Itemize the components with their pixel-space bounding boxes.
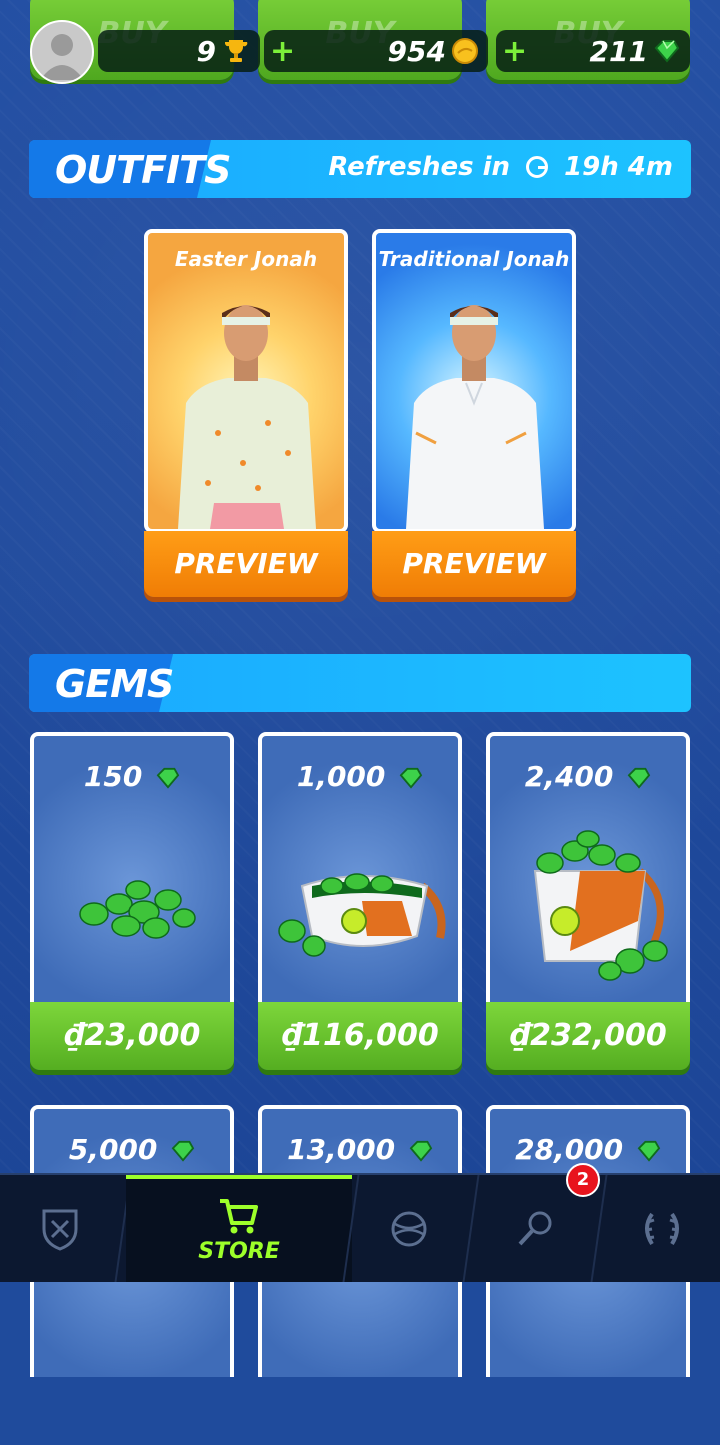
preview-button[interactable]: PREVIEW: [144, 531, 348, 597]
gem-amount: 5,000: [68, 1133, 158, 1166]
coin-counter[interactable]: + 954: [264, 30, 488, 72]
section-title: OUTFITS: [55, 148, 231, 192]
gem-amount: 1,000: [296, 760, 386, 793]
price-button[interactable]: ₫23,000: [30, 1002, 234, 1070]
refresh-label: Refreshes in: [328, 152, 511, 182]
outfit-card-traditional-jonah[interactable]: Traditional Jonah PREVIEW: [372, 229, 576, 601]
outfit-image: Easter Jonah: [144, 229, 348, 533]
notification-badge: 2: [566, 1163, 600, 1197]
add-coins-icon[interactable]: +: [270, 34, 295, 69]
coin-count: 954: [387, 34, 446, 68]
player-avatar[interactable]: [30, 20, 94, 84]
gem-icon: [654, 40, 680, 63]
ball-icon: [391, 1211, 427, 1246]
trophy-icon: [224, 40, 248, 62]
outfits-header: OUTFITS Refreshes in 19h 4m: [29, 140, 691, 198]
clock-icon: [526, 156, 549, 178]
trophy-counter: 9: [98, 30, 260, 72]
gem-icon: [171, 1140, 195, 1162]
gem-pack-2400[interactable]: 2,400 ₫232,000: [486, 732, 690, 1072]
preview-button[interactable]: PREVIEW: [372, 531, 576, 597]
nav-store[interactable]: STORE: [126, 1175, 352, 1282]
bottom-nav: STORE: [0, 1173, 720, 1282]
gem-amount: 28,000: [515, 1133, 624, 1166]
store-label: STORE: [198, 1239, 280, 1264]
character-traditional-icon: [406, 305, 544, 529]
gem-icon: [399, 767, 423, 789]
add-gems-icon[interactable]: +: [502, 34, 527, 69]
outfit-name: Easter Jonah: [174, 247, 318, 271]
gem-icon: [637, 1140, 661, 1162]
nav-home[interactable]: [0, 1175, 120, 1282]
crest-icon: [42, 1209, 78, 1251]
gem-amount: 2,400: [524, 760, 614, 793]
nav-play[interactable]: [354, 1175, 464, 1282]
gem-amount-row: 5,000: [34, 1133, 230, 1166]
gem-icon: [627, 767, 651, 789]
gem-pile-small-icon: [79, 880, 196, 939]
outfit-image: Traditional Jonah: [372, 229, 576, 533]
laurel-icon: [645, 1212, 679, 1245]
gem-amount: 13,000: [287, 1133, 396, 1166]
gem-icon: [409, 1140, 433, 1162]
racket-icon: [518, 1211, 552, 1245]
outfit-name: Traditional Jonah: [378, 247, 570, 271]
gem-amount-row: 13,000: [262, 1133, 458, 1166]
outfit-card-easter-jonah[interactable]: Easter Jonah PREVIEW: [144, 229, 348, 601]
gem-pack-panel: 2,400: [486, 732, 690, 1004]
cart-icon: [220, 1199, 258, 1234]
gem-count: 211: [589, 34, 648, 68]
gem-amount-row: 2,400: [490, 760, 686, 793]
gem-pack-150[interactable]: 150 ₫23,000: [30, 732, 234, 1072]
gem-bucket-icon: [533, 830, 668, 981]
gem-icon: [156, 767, 180, 789]
gem-pack-1000[interactable]: 1,000 ₫116,000: [258, 732, 462, 1072]
gem-amount-row: 1,000: [262, 760, 458, 793]
avatar-icon: [40, 34, 84, 80]
refresh-time: 19h 4m: [564, 152, 673, 182]
section-title: GEMS: [55, 662, 174, 706]
character-easter-icon: [178, 305, 316, 529]
price-button[interactable]: ₫116,000: [258, 1002, 462, 1070]
gem-bag-icon: [278, 873, 446, 957]
trophy-count: 9: [196, 34, 216, 68]
nav-tournaments[interactable]: [604, 1175, 720, 1282]
gem-amount: 150: [83, 760, 143, 793]
price-button[interactable]: ₫232,000: [486, 1002, 690, 1070]
refresh-timer: Refreshes in 19h 4m: [328, 152, 673, 182]
gem-amount-row: 150: [34, 760, 230, 793]
gem-pack-panel: 1,000: [258, 732, 462, 1004]
gem-amount-row: 28,000: [490, 1133, 686, 1166]
gem-counter[interactable]: + 211: [496, 30, 690, 72]
coin-icon: [452, 38, 478, 64]
gem-pack-panel: 150: [30, 732, 234, 1004]
gems-header: GEMS: [29, 654, 691, 712]
